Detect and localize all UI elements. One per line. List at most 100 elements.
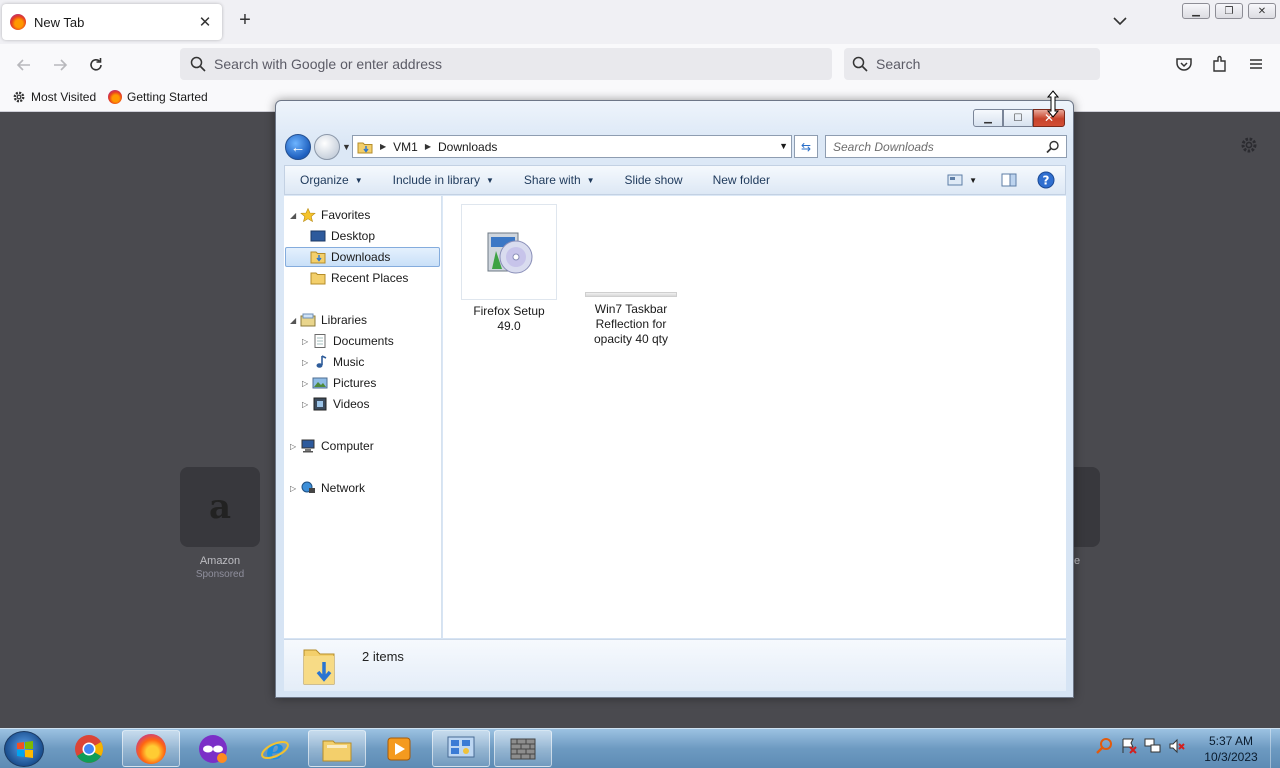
breadcrumb-downloads[interactable]: Downloads bbox=[438, 140, 497, 154]
help-icon[interactable]: ? bbox=[1037, 171, 1055, 189]
network-tray-icon[interactable] bbox=[1144, 737, 1162, 755]
tree-libraries[interactable]: ◢ Libraries bbox=[290, 310, 367, 330]
internet-explorer-icon: e bbox=[261, 734, 289, 764]
tree-favorites[interactable]: ◢ Favorites bbox=[290, 205, 370, 225]
firefox-icon bbox=[10, 14, 26, 30]
collapse-arrow-icon[interactable]: ◢ bbox=[290, 211, 300, 220]
incognito-mask-icon bbox=[199, 734, 227, 763]
breadcrumb-separator: ▶ bbox=[380, 142, 387, 151]
pictures-icon bbox=[312, 377, 328, 389]
show-desktop-button[interactable] bbox=[1270, 729, 1280, 768]
slide-show-button[interactable]: Slide show bbox=[610, 173, 698, 187]
restore-button[interactable]: ❐ bbox=[1215, 3, 1243, 19]
close-window-button[interactable]: ✕ bbox=[1248, 3, 1276, 19]
tab-new-tab[interactable]: New Tab ✕ bbox=[2, 4, 222, 40]
menu-icon[interactable] bbox=[1246, 54, 1266, 74]
taskbar-control-panel[interactable] bbox=[432, 730, 490, 767]
start-button[interactable] bbox=[4, 731, 44, 767]
explorer-address-bar[interactable]: ▶ VM1 ▶ Downloads ▼ bbox=[352, 135, 792, 158]
search-icon bbox=[1046, 140, 1059, 154]
new-tab-button[interactable]: + bbox=[234, 10, 256, 32]
search-tray-icon[interactable] bbox=[1096, 737, 1114, 755]
taskbar-clock[interactable]: 5:37 AM 10/3/2023 bbox=[1196, 733, 1266, 765]
resize-cursor-icon bbox=[1046, 90, 1060, 118]
chrome-icon bbox=[75, 734, 103, 763]
new-folder-button[interactable]: New folder bbox=[698, 173, 785, 187]
volume-muted-icon[interactable] bbox=[1168, 737, 1186, 755]
file-name-line: opacity 40 qty bbox=[593, 332, 669, 346]
address-bar[interactable]: Search with Google or enter address bbox=[180, 48, 832, 80]
collapse-arrow-icon[interactable]: ◢ bbox=[290, 316, 300, 325]
action-center-icon[interactable] bbox=[1120, 737, 1138, 755]
view-dropdown-icon[interactable]: ▼ bbox=[969, 176, 977, 185]
file-name: Firefox Setup 49.0 bbox=[473, 304, 545, 333]
tree-recent-places[interactable]: Recent Places bbox=[310, 268, 408, 288]
pocket-icon[interactable] bbox=[1174, 54, 1194, 74]
top-site-name: Amazon bbox=[199, 555, 241, 567]
search-bar-placeholder: Search bbox=[876, 56, 921, 72]
list-all-tabs-icon[interactable] bbox=[1110, 11, 1130, 31]
svg-text:?: ? bbox=[1043, 174, 1050, 188]
refresh-button[interactable]: ⇆ bbox=[794, 135, 818, 158]
address-dropdown-icon[interactable]: ▼ bbox=[779, 141, 788, 151]
firewall-icon bbox=[510, 738, 536, 759]
taskbar-windows-explorer[interactable] bbox=[308, 730, 366, 767]
tree-downloads[interactable]: Downloads bbox=[285, 247, 440, 267]
expand-arrow-icon[interactable]: ▷ bbox=[290, 484, 300, 493]
downloads-folder-icon bbox=[310, 251, 326, 264]
file-item[interactable]: Firefox Setup 49.0 bbox=[461, 204, 557, 334]
expand-arrow-icon[interactable]: ▷ bbox=[302, 379, 312, 388]
image-thumbnail-icon bbox=[585, 292, 677, 297]
search-bar[interactable]: Search bbox=[844, 48, 1100, 80]
include-in-library-button[interactable]: Include in library ▼ bbox=[378, 173, 509, 187]
sponsored-label: Sponsored bbox=[195, 569, 245, 580]
forward-button[interactable] bbox=[314, 134, 340, 160]
forward-icon[interactable] bbox=[49, 54, 71, 76]
tree-videos[interactable]: ▷ Videos bbox=[302, 394, 369, 414]
tree-computer[interactable]: ▷ Computer bbox=[290, 436, 374, 456]
taskbar-media-player[interactable] bbox=[370, 730, 428, 767]
tree-desktop[interactable]: Desktop bbox=[310, 226, 375, 246]
close-tab-icon[interactable]: ✕ bbox=[196, 13, 214, 31]
bookmark-most-visited[interactable]: Most Visited bbox=[12, 90, 96, 104]
back-icon[interactable] bbox=[13, 54, 35, 76]
explorer-search-input[interactable]: Search Downloads bbox=[825, 135, 1067, 158]
preview-pane-icon[interactable] bbox=[1001, 173, 1017, 187]
extensions-icon[interactable] bbox=[1210, 54, 1230, 74]
top-site-amazon[interactable]: a Amazon Sponsored bbox=[180, 467, 260, 580]
expand-arrow-icon[interactable]: ▷ bbox=[302, 358, 312, 367]
organize-button[interactable]: Organize ▼ bbox=[285, 173, 378, 187]
expand-arrow-icon[interactable]: ▷ bbox=[290, 442, 300, 451]
reload-icon[interactable] bbox=[85, 54, 107, 76]
tree-network[interactable]: ▷ Network bbox=[290, 478, 365, 498]
windows-explorer-icon bbox=[322, 740, 352, 761]
minimize-button[interactable]: ▁ bbox=[973, 109, 1003, 127]
share-with-button[interactable]: Share with ▼ bbox=[509, 173, 610, 187]
tree-pictures[interactable]: ▷ Pictures bbox=[302, 373, 376, 393]
tree-music[interactable]: ▷ Music bbox=[302, 352, 364, 372]
search-icon bbox=[190, 56, 206, 72]
back-button[interactable]: ← bbox=[285, 134, 311, 160]
file-item[interactable]: Win7 Taskbar Reflection for opacity 40 q… bbox=[585, 292, 677, 347]
taskbar-internet-explorer[interactable]: e bbox=[246, 730, 304, 767]
file-list: Firefox Setup 49.0 Win7 Taskbar Reflecti… bbox=[443, 196, 1066, 638]
maximize-button[interactable]: ☐ bbox=[1003, 109, 1033, 127]
tree-documents[interactable]: ▷ Documents bbox=[302, 331, 394, 351]
taskbar-firefox[interactable] bbox=[122, 730, 180, 767]
music-icon bbox=[316, 355, 327, 368]
change-view-icon[interactable] bbox=[947, 173, 963, 187]
minimize-button[interactable]: ▁ bbox=[1182, 3, 1210, 19]
taskbar-incognito[interactable] bbox=[184, 730, 242, 767]
expand-arrow-icon[interactable]: ▷ bbox=[302, 400, 312, 409]
recent-pages-dropdown[interactable]: ▼ bbox=[342, 142, 351, 152]
taskbar-firewall[interactable] bbox=[494, 730, 552, 767]
file-name-line: Reflection for bbox=[595, 317, 667, 331]
taskbar-chrome[interactable] bbox=[60, 730, 118, 767]
expand-arrow-icon[interactable]: ▷ bbox=[302, 337, 312, 346]
address-bar-placeholder: Search with Google or enter address bbox=[214, 56, 443, 72]
breadcrumb-vm1[interactable]: VM1 bbox=[393, 140, 418, 154]
bookmark-getting-started[interactable]: Getting Started bbox=[108, 90, 208, 104]
personalize-gear-icon[interactable] bbox=[1239, 135, 1259, 155]
search-placeholder: Search Downloads bbox=[833, 139, 934, 154]
browser-tab-strip: New Tab ✕ + ▁ ❐ ✕ bbox=[0, 0, 1280, 44]
